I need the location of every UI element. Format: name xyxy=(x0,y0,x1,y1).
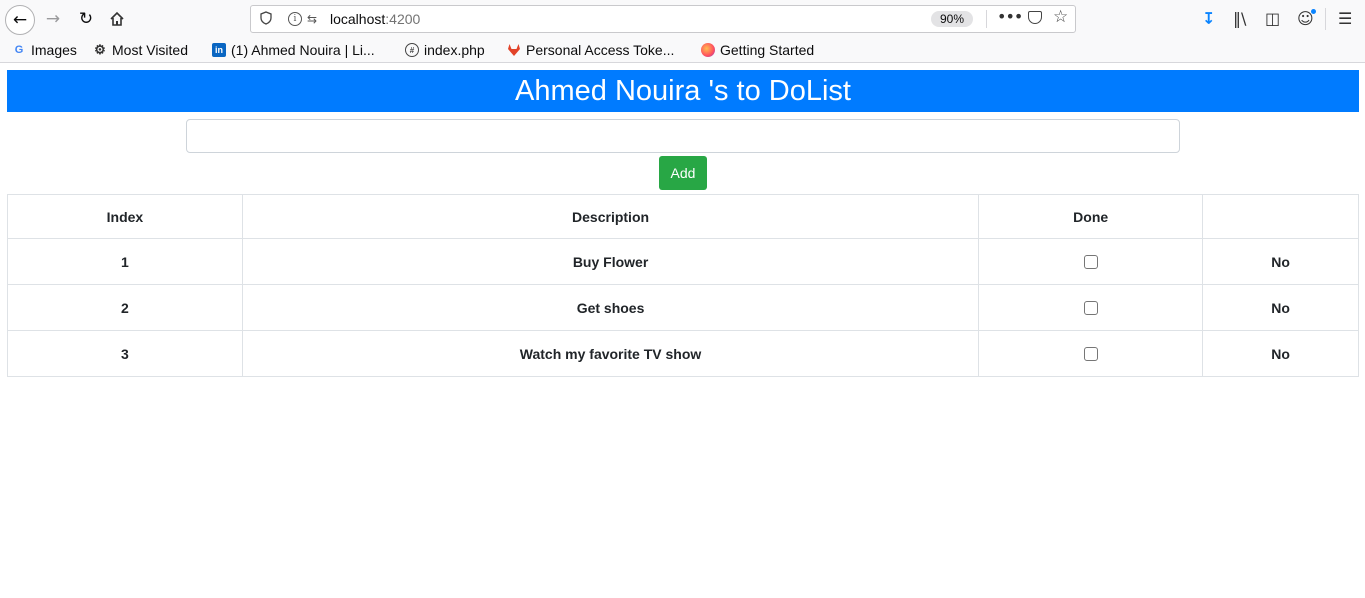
url-text[interactable]: localhost:4200 xyxy=(330,11,420,27)
back-button[interactable]: ← xyxy=(5,5,35,35)
done-checkbox[interactable] xyxy=(1083,254,1098,269)
page-actions-more-icon[interactable]: ••• xyxy=(997,7,1023,26)
linkedin-icon: in xyxy=(212,43,226,57)
bookmark-getting-started[interactable]: Getting Started xyxy=(701,41,814,59)
bookmark-label: Getting Started xyxy=(720,42,815,58)
home-icon xyxy=(110,11,124,26)
bookmark-label: (1) Ahmed Nouira | Li... xyxy=(231,42,375,58)
browser-toolbar: ← → ↻ i ⇆ localhost:4200 90% ••• ☆ ↧ ‖\ … xyxy=(0,0,1365,38)
todo-input[interactable] xyxy=(186,119,1180,153)
bookmark-personal-access-tokens[interactable]: Personal Access Toke... xyxy=(507,41,674,59)
page-content: Ahmed Nouira 's to DoList Add Index Desc… xyxy=(0,63,1365,598)
row-status: No xyxy=(1202,238,1359,285)
globe-icon: # xyxy=(405,43,419,57)
firefox-icon xyxy=(701,43,715,57)
todo-table: Index Description Done 1 Buy Flower No 2… xyxy=(7,194,1359,377)
permissions-icon[interactable]: ⇆ xyxy=(307,12,317,26)
table-header-row: Index Description Done xyxy=(7,194,1359,239)
done-checkbox[interactable] xyxy=(1083,300,1098,315)
toolbar-divider xyxy=(1325,8,1326,30)
bookmark-most-visited[interactable]: ⚙ Most Visited xyxy=(93,41,188,59)
column-header-done: Done xyxy=(978,194,1204,239)
gitlab-icon xyxy=(507,43,521,57)
table-row: 2 Get shoes No xyxy=(7,284,1359,331)
arrow-left-icon: ← xyxy=(12,10,28,30)
url-port: :4200 xyxy=(385,11,421,27)
row-status: No xyxy=(1202,284,1359,331)
row-index: 1 xyxy=(7,238,243,285)
zoom-indicator[interactable]: 90% xyxy=(931,11,973,27)
reload-icon: ↻ xyxy=(78,9,94,29)
download-icon[interactable]: ↧ xyxy=(1202,9,1215,28)
bookmark-linkedin[interactable]: in (1) Ahmed Nouira | Li... xyxy=(212,41,375,59)
add-button[interactable]: Add xyxy=(659,156,707,190)
column-header-status xyxy=(1202,194,1359,239)
urlbar-divider xyxy=(986,10,987,28)
shield-icon[interactable] xyxy=(260,11,272,25)
column-header-index: Index xyxy=(7,194,243,239)
reload-button[interactable]: ↻ xyxy=(71,4,101,34)
sidebar-icon[interactable]: ◫ xyxy=(1265,9,1280,28)
hamburger-menu-icon[interactable]: ☰ xyxy=(1338,9,1352,28)
row-description: Watch my favorite TV show xyxy=(241,330,980,377)
arrow-right-icon: → xyxy=(45,9,61,29)
url-bar[interactable]: i ⇆ localhost:4200 90% ••• ☆ xyxy=(250,5,1076,33)
pocket-icon[interactable] xyxy=(1028,11,1042,24)
google-icon: G xyxy=(14,44,24,56)
table-row: 3 Watch my favorite TV show No xyxy=(7,330,1359,377)
page-title: Ahmed Nouira 's to DoList xyxy=(7,70,1359,112)
info-icon[interactable]: i xyxy=(288,12,302,26)
row-index: 2 xyxy=(7,284,243,331)
bookmark-label: Images xyxy=(31,42,77,58)
row-index: 3 xyxy=(7,330,243,377)
url-host: localhost xyxy=(330,11,386,27)
notification-dot xyxy=(1311,9,1316,14)
row-done-cell xyxy=(978,330,1204,377)
row-description: Get shoes xyxy=(241,284,980,331)
library-icon[interactable]: ‖\ xyxy=(1233,9,1246,28)
bookmark-label: index.php xyxy=(424,42,485,58)
forward-button[interactable]: → xyxy=(38,4,68,34)
bookmarks-bar: G Images ⚙ Most Visited in (1) Ahmed Nou… xyxy=(0,38,1365,63)
row-status: No xyxy=(1202,330,1359,377)
row-description: Buy Flower xyxy=(241,238,980,285)
row-done-cell xyxy=(978,284,1204,331)
done-checkbox[interactable] xyxy=(1083,346,1098,361)
bookmark-label: Personal Access Toke... xyxy=(526,42,675,58)
bookmark-index-php[interactable]: # index.php xyxy=(405,41,485,59)
home-button[interactable] xyxy=(102,4,132,34)
bookmark-label: Most Visited xyxy=(112,42,188,58)
bookmark-star-icon[interactable]: ☆ xyxy=(1053,7,1068,27)
bookmark-images[interactable]: G Images xyxy=(12,41,77,59)
table-row: 1 Buy Flower No xyxy=(7,238,1359,285)
gear-icon: ⚙ xyxy=(94,42,106,57)
row-done-cell xyxy=(978,238,1204,285)
column-header-description: Description xyxy=(241,194,980,239)
